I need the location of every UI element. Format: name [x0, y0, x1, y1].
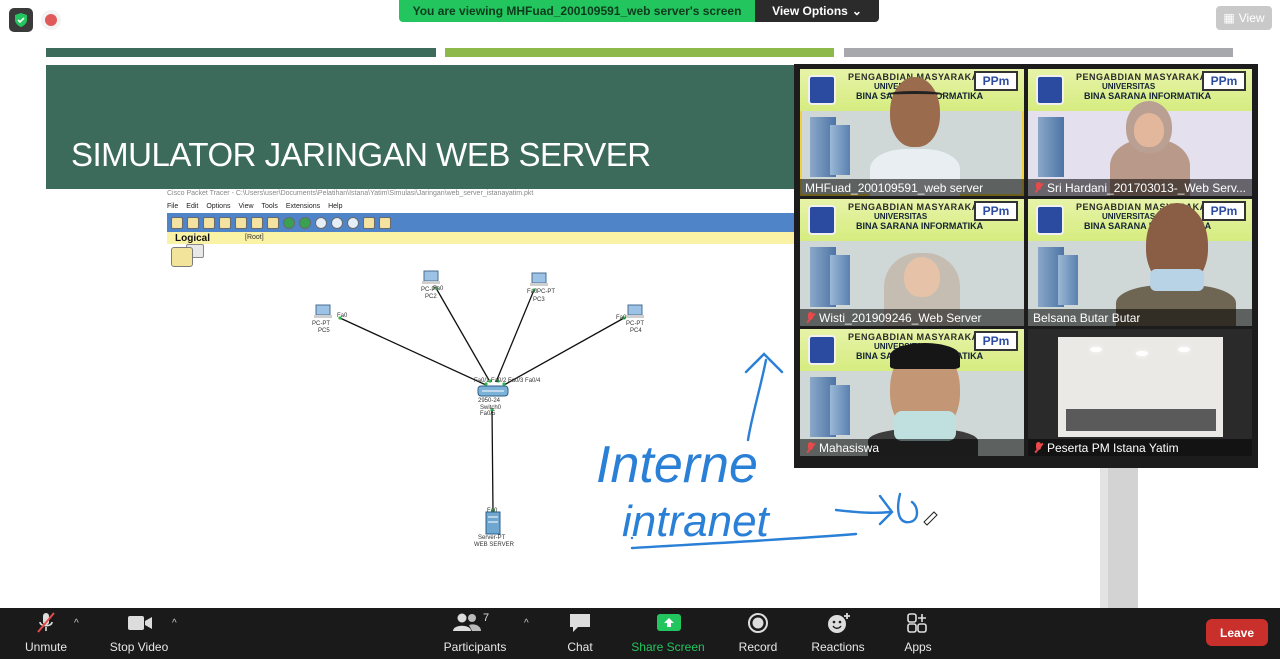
participant-name: Peserta PM Istana Yatim: [1047, 440, 1179, 455]
ceiling-light-icon: [1090, 347, 1102, 352]
building-icon: [830, 125, 850, 175]
participant-name: Belsana Butar Butar: [1033, 310, 1141, 325]
stop-video-label: Stop Video: [109, 640, 169, 654]
participant-name: Sri Hardani_201703013-_Web Serv...: [1047, 180, 1247, 195]
mic-muted-icon: [805, 311, 815, 324]
arrow-up-stroke: [746, 358, 768, 442]
video-options-caret-icon[interactable]: ^: [172, 618, 177, 629]
share-screen-icon: [656, 612, 681, 634]
reactions-label: Reactions: [811, 640, 865, 654]
person-face: [1134, 113, 1164, 147]
record-button[interactable]: Record: [736, 608, 780, 659]
apps-button[interactable]: Apps: [898, 608, 938, 659]
ppm-badge: PPm: [974, 71, 1018, 91]
university-logo-icon: [808, 75, 836, 105]
participant-name: Wisti_201909246_Web Server: [819, 310, 982, 325]
meeting-toolbar: Unmute ^ Stop Video ^ 7 Participants ^ C…: [0, 608, 1280, 659]
chat-button[interactable]: Chat: [560, 608, 600, 659]
pen-cursor-icon: [923, 511, 938, 526]
zoom-meeting-window: You are viewing MHFuad_200109591_web ser…: [0, 0, 1280, 659]
university-logo-icon: [1036, 205, 1064, 235]
chat-label: Chat: [567, 640, 593, 654]
ppm-badge: PPm: [974, 331, 1018, 351]
ppm-badge: PPm: [974, 201, 1018, 221]
face-mask-icon: [894, 411, 956, 441]
university-logo-icon: [808, 335, 836, 365]
annotation-internet: Interne: [596, 436, 758, 494]
person-face: [904, 257, 940, 297]
participants-button[interactable]: 7 Participants: [440, 608, 510, 659]
arrow-right-stroke: [834, 508, 892, 515]
participant-name: Mahasiswa: [819, 440, 880, 455]
building-icon: [830, 385, 850, 435]
mic-muted-icon: [1033, 181, 1043, 194]
participant-gallery: PENGABDIAN MASYARAKAT UNIVERSITAS BINA S…: [794, 64, 1258, 468]
face-mask-icon: [1150, 269, 1204, 291]
banner-line3: BINA SARANA INFORMATIKA: [856, 221, 984, 231]
ceiling-light-icon: [1178, 347, 1190, 352]
leave-button[interactable]: Leave: [1206, 619, 1268, 646]
banner-line1: PENGABDIAN MASYARAKAT: [1076, 72, 1213, 82]
chat-bubble-icon: [568, 612, 592, 634]
record-icon: [746, 612, 770, 634]
video-tile-belsana[interactable]: PENGABDIAN MASYARAKAT UNIVERSITAS BINA S…: [1028, 199, 1252, 326]
video-tile-wisti[interactable]: PENGABDIAN MASYARAKAT UNIVERSITAS BINA S…: [800, 199, 1024, 326]
participant-name-bar: Mahasiswa: [800, 439, 1024, 456]
participants-count: 7: [483, 612, 490, 624]
participant-name-bar: Peserta PM Istana Yatim: [1028, 439, 1252, 456]
reactions-button[interactable]: Reactions: [806, 608, 870, 659]
mic-muted-icon: [805, 441, 815, 454]
video-tile-mahasiswa[interactable]: PENGABDIAN MASYARAKAT UNIVERSITAS BINA S…: [800, 329, 1024, 456]
apps-icon: [906, 612, 930, 634]
banner-line2: UNIVERSITAS: [1102, 212, 1156, 221]
participant-name-bar: Wisti_201909246_Web Server: [800, 309, 1024, 326]
banner-line2: UNIVERSITAS: [874, 212, 928, 221]
unmute-label: Unmute: [24, 640, 68, 654]
participants-options-caret-icon[interactable]: ^: [524, 618, 529, 629]
apps-label: Apps: [904, 640, 932, 654]
headset-icon: [886, 91, 944, 99]
stop-video-button[interactable]: Stop Video: [104, 608, 174, 659]
arrow-right-head: [878, 494, 894, 526]
participant-name-bar: Sri Hardani_201703013-_Web Serv...: [1028, 179, 1252, 196]
video-camera-icon: [127, 612, 152, 634]
mic-muted-icon: [34, 612, 58, 634]
video-tile-sri-hardani[interactable]: PENGABDIAN MASYARAKAT UNIVERSITAS BINA S…: [1028, 69, 1252, 196]
unmute-button[interactable]: Unmute: [18, 608, 74, 659]
participant-name-bar: Belsana Butar Butar: [1028, 309, 1252, 326]
audio-options-caret-icon[interactable]: ^: [74, 618, 79, 629]
annotation-intranet: intranet: [622, 497, 771, 546]
scribble-stroke: [896, 492, 919, 524]
video-tile-mhfuad[interactable]: PENGABDIAN MASYARAKAT UNIVERSITAS BINA S…: [800, 69, 1024, 196]
mic-muted-icon: [1033, 441, 1043, 454]
participants-icon: 7: [452, 612, 498, 634]
building-icon: [830, 255, 850, 305]
ceiling-light-icon: [1136, 351, 1148, 356]
participants-label: Participants: [443, 640, 507, 654]
video-tile-peserta-pm[interactable]: Peserta PM Istana Yatim: [1028, 329, 1252, 456]
university-logo-icon: [1036, 75, 1064, 105]
participant-name: MHFuad_200109591_web server: [805, 180, 984, 195]
banner-line1: PENGABDIAN MASYARAKAT: [848, 202, 985, 212]
person-head: [890, 77, 940, 147]
banner-line1: PENGABDIAN MASYARAKAT: [848, 332, 985, 342]
computer-lab-desks: [1066, 409, 1216, 431]
share-screen-label: Share Screen: [631, 640, 705, 654]
ppm-badge: PPm: [1202, 201, 1246, 221]
banner-line2: UNIVERSITAS: [1102, 82, 1156, 91]
share-screen-button[interactable]: Share Screen: [630, 608, 706, 659]
person-hair: [890, 343, 960, 369]
smiley-plus-icon: [826, 612, 850, 634]
participant-name-bar: MHFuad_200109591_web server: [800, 179, 1024, 196]
ppm-badge: PPm: [1202, 71, 1246, 91]
university-logo-icon: [808, 205, 836, 235]
banner-line3: BINA SARANA INFORMATIKA: [1084, 91, 1212, 101]
record-label: Record: [738, 640, 778, 654]
building-icon: [1058, 255, 1078, 305]
building-icon: [1038, 117, 1064, 177]
